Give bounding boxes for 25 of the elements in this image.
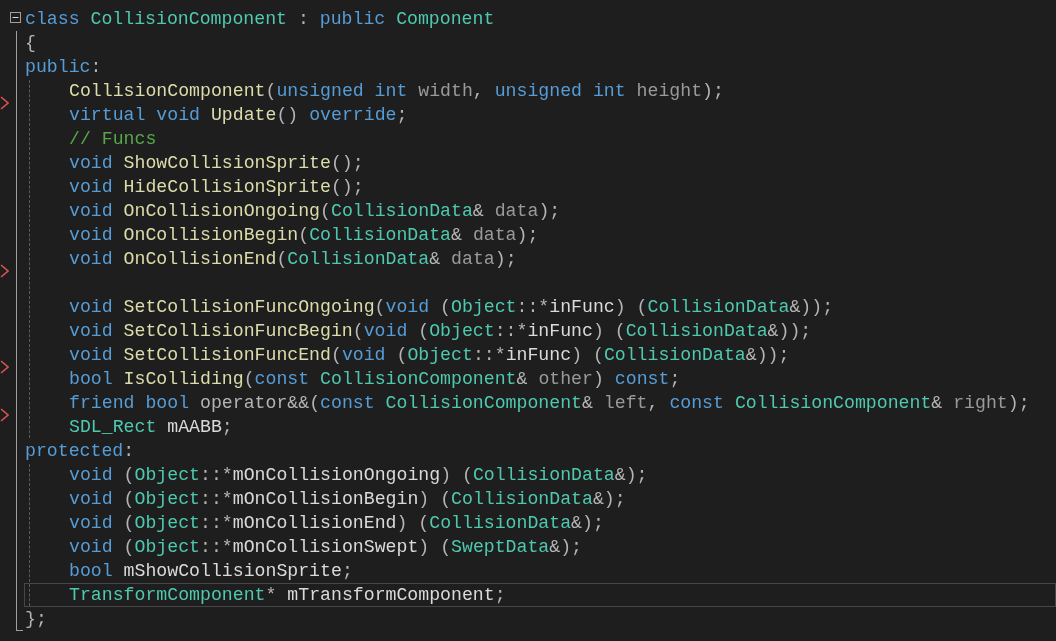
code-line: void OnCollisionBegin(CollisionData& data); (24, 223, 1056, 247)
code-line: void OnCollisionEnd(CollisionData& data); (24, 247, 1056, 271)
code-line: bool IsColliding(const CollisionComponent& other) const; (24, 367, 1056, 391)
collapse-icon[interactable] (10, 12, 21, 23)
code-line: SDL_Rect mAABB; (24, 415, 1056, 439)
code-line: CollisionComponent(unsigned int width, unsigned int height); (24, 79, 1056, 103)
code-line: void (Object::*mOnCollisionSwept) (SweptData&); (24, 535, 1056, 559)
code-line: protected: (24, 440, 136, 463)
code-line: void (Object::*mOnCollisionEnd) (CollisionData&); (24, 511, 1056, 535)
code-line: void SetCollisionFuncBegin(void (Object::*inFunc) (CollisionData&)); (24, 319, 1056, 343)
code-line: void (Object::*mOnCollisionBegin) (CollisionData&); (24, 487, 1056, 511)
code-line: friend bool operator&&(const CollisionComponent& left, const CollisionComponent& right); (24, 391, 1056, 415)
code-line: virtual void Update() override; (24, 103, 1056, 127)
code-line: class CollisionComponent : public Component (24, 8, 496, 31)
code-line: { (24, 32, 37, 55)
code-line: void HideCollisionSprite(); (24, 175, 1056, 199)
code-line: void SetCollisionFuncOngoing(void (Object::*inFunc) (CollisionData&)); (24, 295, 1056, 319)
code-line: void SetCollisionFuncEnd(void (Object::*inFunc) (CollisionData&)); (24, 343, 1056, 367)
code-line: void (Object::*mOnCollisionOngoing) (CollisionData&); (24, 463, 1056, 487)
code-line: }; (24, 608, 48, 631)
code-line: public: (24, 56, 103, 79)
code-line: // Funcs (24, 127, 1056, 151)
code-line: bool mShowCollisionSprite; (24, 559, 1056, 583)
code-line: void OnCollisionOngoing(CollisionData& data); (24, 199, 1056, 223)
code-line: void ShowCollisionSprite(); (24, 151, 1056, 175)
